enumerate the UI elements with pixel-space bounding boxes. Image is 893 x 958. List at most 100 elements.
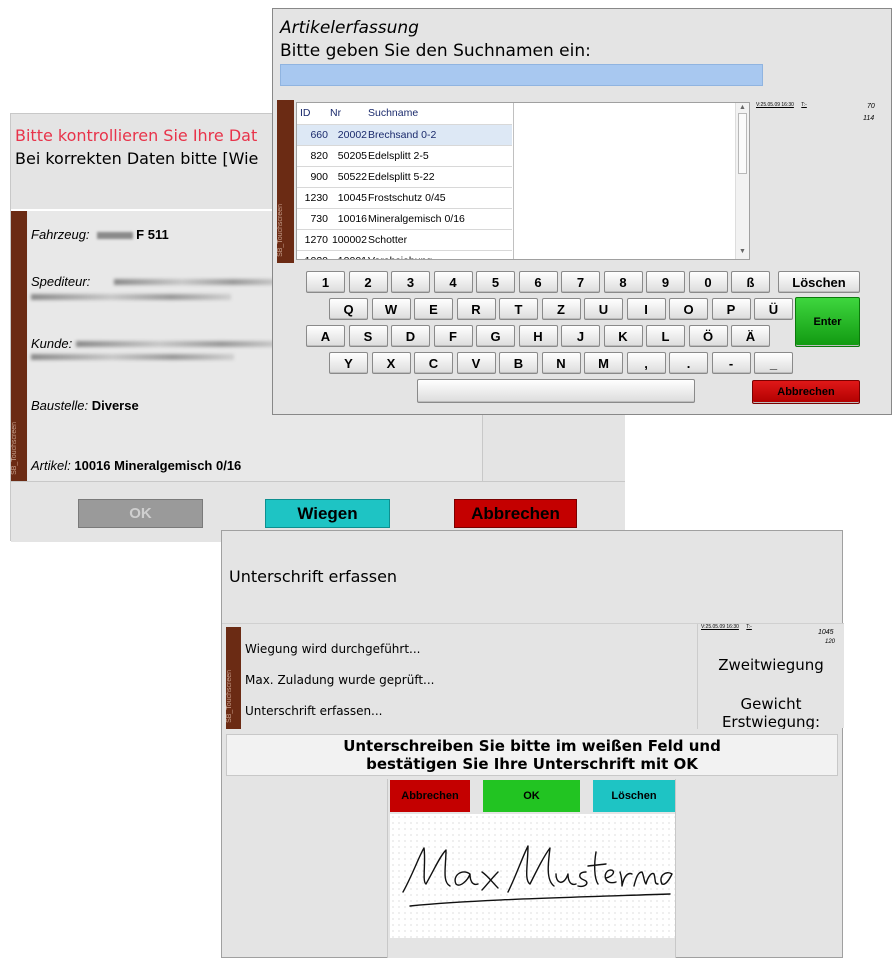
key-row4-6[interactable]: M xyxy=(584,352,623,374)
signature-cancel-button[interactable]: Abbrechen xyxy=(390,780,470,812)
table-row[interactable]: 1270 100002 Schotter xyxy=(297,230,512,251)
key-row1-0[interactable]: 1 xyxy=(306,271,345,293)
artikel-value: 10016 Mineralgemisch 0/16 xyxy=(74,458,242,473)
signature-delete-button[interactable]: Löschen xyxy=(593,780,675,812)
abbrechen-button[interactable]: Abbrechen xyxy=(454,499,577,528)
table-row[interactable]: 820 50205 Edelsplitt 2-5 xyxy=(297,146,512,167)
key-row4-5[interactable]: N xyxy=(541,352,581,374)
column-header-suchname[interactable]: Suchname xyxy=(368,107,418,119)
cell-suchname: Edelsplitt 5-22 xyxy=(368,171,435,183)
key-row1-4[interactable]: 5 xyxy=(476,271,515,293)
fahrzeug-row: Fahrzeug: F 511 xyxy=(31,227,169,242)
blurred-plate xyxy=(97,232,133,239)
version-t: T:- xyxy=(801,102,807,108)
key-row1-7[interactable]: 8 xyxy=(603,271,643,293)
table-row[interactable]: 1020 10001Vorabsiebung xyxy=(297,251,512,259)
banner-line-2: bestätigen Sie Ihre Unterschrift mit OK xyxy=(366,755,698,773)
cell-suchname: Schotter xyxy=(368,234,408,246)
key-row3-0[interactable]: A xyxy=(306,325,345,347)
baustelle-value: Diverse xyxy=(91,398,139,413)
cancel-key[interactable]: Abbrechen xyxy=(752,380,860,404)
instruction-text: Bei korrekten Daten bitte [Wie xyxy=(15,149,259,168)
key-row2-10[interactable]: Ü xyxy=(754,298,793,320)
cell-suchname: Brechsand 0-2 xyxy=(368,129,437,141)
signature-canvas[interactable] xyxy=(390,814,675,938)
scroll-down-icon[interactable]: ▼ xyxy=(739,248,746,255)
table-scrollbar[interactable]: ▲ ▼ xyxy=(735,103,749,259)
column-header-id[interactable]: ID xyxy=(300,107,311,119)
table-row[interactable]: 660 20002 Brechsand 0-2 xyxy=(297,125,512,146)
signature-ok-button[interactable]: OK xyxy=(483,780,580,812)
key-row2-1[interactable]: W xyxy=(371,298,411,320)
key-row4-4[interactable]: B xyxy=(499,352,538,374)
version-info: V:25.05.09 16:30 T:- xyxy=(701,624,752,630)
key-row2-8[interactable]: O xyxy=(669,298,708,320)
search-input[interactable] xyxy=(280,64,763,86)
key-row4-7[interactable]: , xyxy=(626,352,666,374)
table-header: ID Nr Suchname xyxy=(297,103,512,125)
key-row2-7[interactable]: I xyxy=(626,298,666,320)
key-row1-8[interactable]: 9 xyxy=(646,271,685,293)
info-number-2: 114 xyxy=(863,115,875,122)
spediteur-label: Spediteur: xyxy=(31,274,91,289)
key-row1-10[interactable]: ß xyxy=(731,271,770,293)
table-divider xyxy=(513,103,514,259)
info-number-1: 1045 xyxy=(818,629,834,636)
key-row3-3[interactable]: F xyxy=(433,325,473,347)
cell-suchname: Frostschutz 0/45 xyxy=(368,192,446,204)
key-row4-9[interactable]: - xyxy=(711,352,751,374)
table-row[interactable]: 730 10016 Mineralgemisch 0/16 xyxy=(297,209,512,230)
sidebar-label: SB_Touchscreen xyxy=(226,670,233,723)
key-row2-3[interactable]: R xyxy=(456,298,496,320)
artikel-label: Artikel: xyxy=(31,458,71,473)
key-row1-1[interactable]: 2 xyxy=(348,271,388,293)
table-row[interactable]: 900 50522 Edelsplitt 5-22 xyxy=(297,167,512,188)
key-row2-6[interactable]: U xyxy=(584,298,623,320)
key-row1-9[interactable]: 0 xyxy=(688,271,728,293)
sidebar-label: SB_Touchscreen xyxy=(11,422,18,475)
table-row[interactable]: 1230 10045 Frostschutz 0/45 xyxy=(297,188,512,209)
key-row3-5[interactable]: H xyxy=(518,325,558,347)
key-row1-2[interactable]: 3 xyxy=(391,271,430,293)
key-row4-8[interactable]: . xyxy=(669,352,708,374)
window-title: Artikelerfassung xyxy=(280,18,419,38)
key-row3-1[interactable]: S xyxy=(348,325,388,347)
blurred-spediteur-line1 xyxy=(114,279,284,285)
key-row3-7[interactable]: K xyxy=(603,325,643,347)
key-row4-10[interactable]: _ xyxy=(754,352,793,374)
ok-button[interactable]: OK xyxy=(78,499,203,528)
column-header-nr[interactable]: Nr xyxy=(330,107,341,119)
key-row2-5[interactable]: Z xyxy=(541,298,581,320)
signature-panel: Abbrechen OK Löschen xyxy=(387,779,676,958)
key-row3-9[interactable]: Ö xyxy=(688,325,728,347)
key-row4-3[interactable]: V xyxy=(456,352,496,374)
key-row3-6[interactable]: J xyxy=(561,325,600,347)
key-row4-2[interactable]: C xyxy=(414,352,453,374)
scroll-thumb[interactable] xyxy=(738,113,747,174)
key-row3-8[interactable]: L xyxy=(646,325,685,347)
cell-id: 660 xyxy=(310,129,328,141)
article-entry-window: Artikelerfassung Bitte geben Sie den Suc… xyxy=(272,8,892,415)
key-row3-2[interactable]: D xyxy=(391,325,430,347)
version-info: V:25.05.09 16:30 T:- xyxy=(756,102,807,108)
step-1: Wiegung wird durchgeführt... xyxy=(245,642,421,656)
scroll-up-icon[interactable]: ▲ xyxy=(739,104,746,111)
delete-key[interactable]: Löschen xyxy=(778,271,860,293)
kunde-label: Kunde: xyxy=(31,336,73,351)
key-row2-0[interactable]: Q xyxy=(329,298,368,320)
space-key[interactable] xyxy=(417,379,695,403)
key-row4-0[interactable]: Y xyxy=(329,352,368,374)
signature-status-area: SB_Touchscreen Wiegung wird durchgeführt… xyxy=(222,623,844,729)
key-row1-6[interactable]: 7 xyxy=(561,271,600,293)
key-row1-3[interactable]: 4 xyxy=(433,271,473,293)
key-row2-2[interactable]: E xyxy=(414,298,453,320)
key-row2-9[interactable]: P xyxy=(711,298,751,320)
key-row1-5[interactable]: 6 xyxy=(518,271,558,293)
key-row3-10[interactable]: Ä xyxy=(731,325,770,347)
cell-nr: 10016 xyxy=(337,213,367,225)
key-row2-4[interactable]: T xyxy=(499,298,538,320)
key-row4-1[interactable]: X xyxy=(371,352,411,374)
wiegen-button[interactable]: Wiegen xyxy=(265,499,390,528)
key-row3-4[interactable]: G xyxy=(476,325,515,347)
enter-key[interactable]: Enter xyxy=(795,297,860,347)
